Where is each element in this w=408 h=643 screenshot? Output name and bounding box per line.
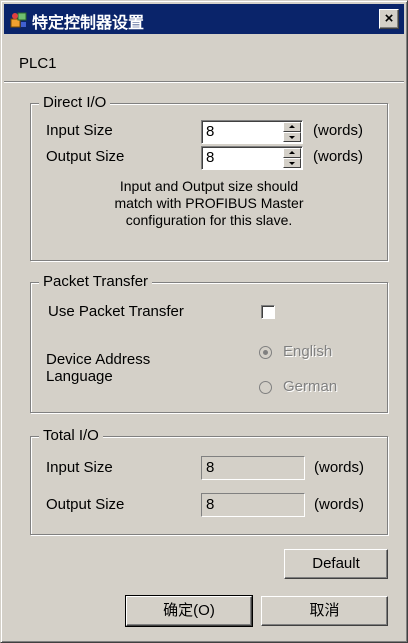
total-output-size-unit: (words) (314, 496, 365, 513)
plc-settings-icon (10, 12, 27, 28)
direct-output-size-spinner[interactable]: 8 (201, 146, 303, 170)
note-line: Input and Output size should (119, 178, 299, 194)
packet-transfer-title: Packet Transfer (39, 273, 153, 290)
window-title: 特定控制器设置 (32, 13, 145, 32)
total-input-size-unit: (words) (314, 459, 365, 476)
total-output-size-field: 8 (201, 493, 305, 517)
total-input-size-field: 8 (201, 456, 305, 480)
language-label: Device Address Language (46, 351, 150, 385)
spinner-buttons (283, 148, 301, 168)
german-radio[interactable] (259, 381, 272, 394)
spin-down-icon[interactable] (283, 132, 301, 142)
use-packet-transfer-checkbox[interactable] (261, 305, 275, 319)
spin-down-icon[interactable] (283, 158, 301, 168)
spin-up-icon[interactable] (283, 148, 301, 158)
default-button[interactable]: Default (284, 549, 388, 579)
direct-io-group: Direct I/O Input Size 8 (words) Output S… (30, 94, 388, 261)
english-radio-label: English (283, 343, 333, 360)
direct-output-size-label: Output Size (46, 148, 125, 165)
language-label-line: Language (46, 368, 113, 385)
direct-input-size-unit: (words) (313, 122, 364, 139)
close-button[interactable]: × (379, 9, 399, 29)
note-line: match with PROFIBUS Master (114, 195, 304, 211)
language-label-line: Device Address (46, 351, 151, 368)
plc-name-label: PLC1 (19, 55, 57, 72)
title-bar[interactable]: 特定控制器设置 × (4, 4, 404, 34)
total-io-title: Total I/O (39, 427, 103, 444)
use-packet-transfer-label: Use Packet Transfer (48, 303, 184, 320)
german-radio-label: German (283, 378, 338, 395)
total-output-size-label: Output Size (46, 496, 125, 513)
packet-transfer-group: Packet Transfer Use Packet Transfer Devi… (30, 273, 388, 413)
english-radio[interactable] (259, 346, 272, 359)
dialog-window: 特定控制器设置 × PLC1 Direct I/O Input Size 8 (… (0, 0, 408, 643)
direct-io-title: Direct I/O (39, 94, 111, 111)
direct-input-size-spinner[interactable]: 8 (201, 120, 303, 144)
direct-input-size-value: 8 (206, 123, 215, 140)
direct-output-size-unit: (words) (313, 148, 364, 165)
total-input-size-value: 8 (206, 459, 215, 476)
header-divider (4, 81, 404, 83)
total-output-size-value: 8 (206, 496, 215, 513)
note-line: configuration for this slave. (125, 212, 293, 228)
spin-up-icon[interactable] (283, 122, 301, 132)
direct-input-size-label: Input Size (46, 122, 113, 139)
direct-output-size-value: 8 (206, 149, 215, 166)
total-input-size-label: Input Size (46, 459, 113, 476)
direct-io-note: Input and Output size should match with … (31, 178, 387, 229)
close-icon: × (384, 10, 394, 27)
total-io-group: Total I/O Input Size 8 (words) Output Si… (30, 427, 388, 535)
ok-button[interactable]: 确定(O) (125, 595, 253, 627)
spinner-buttons (283, 122, 301, 142)
cancel-button[interactable]: 取消 (261, 596, 388, 626)
